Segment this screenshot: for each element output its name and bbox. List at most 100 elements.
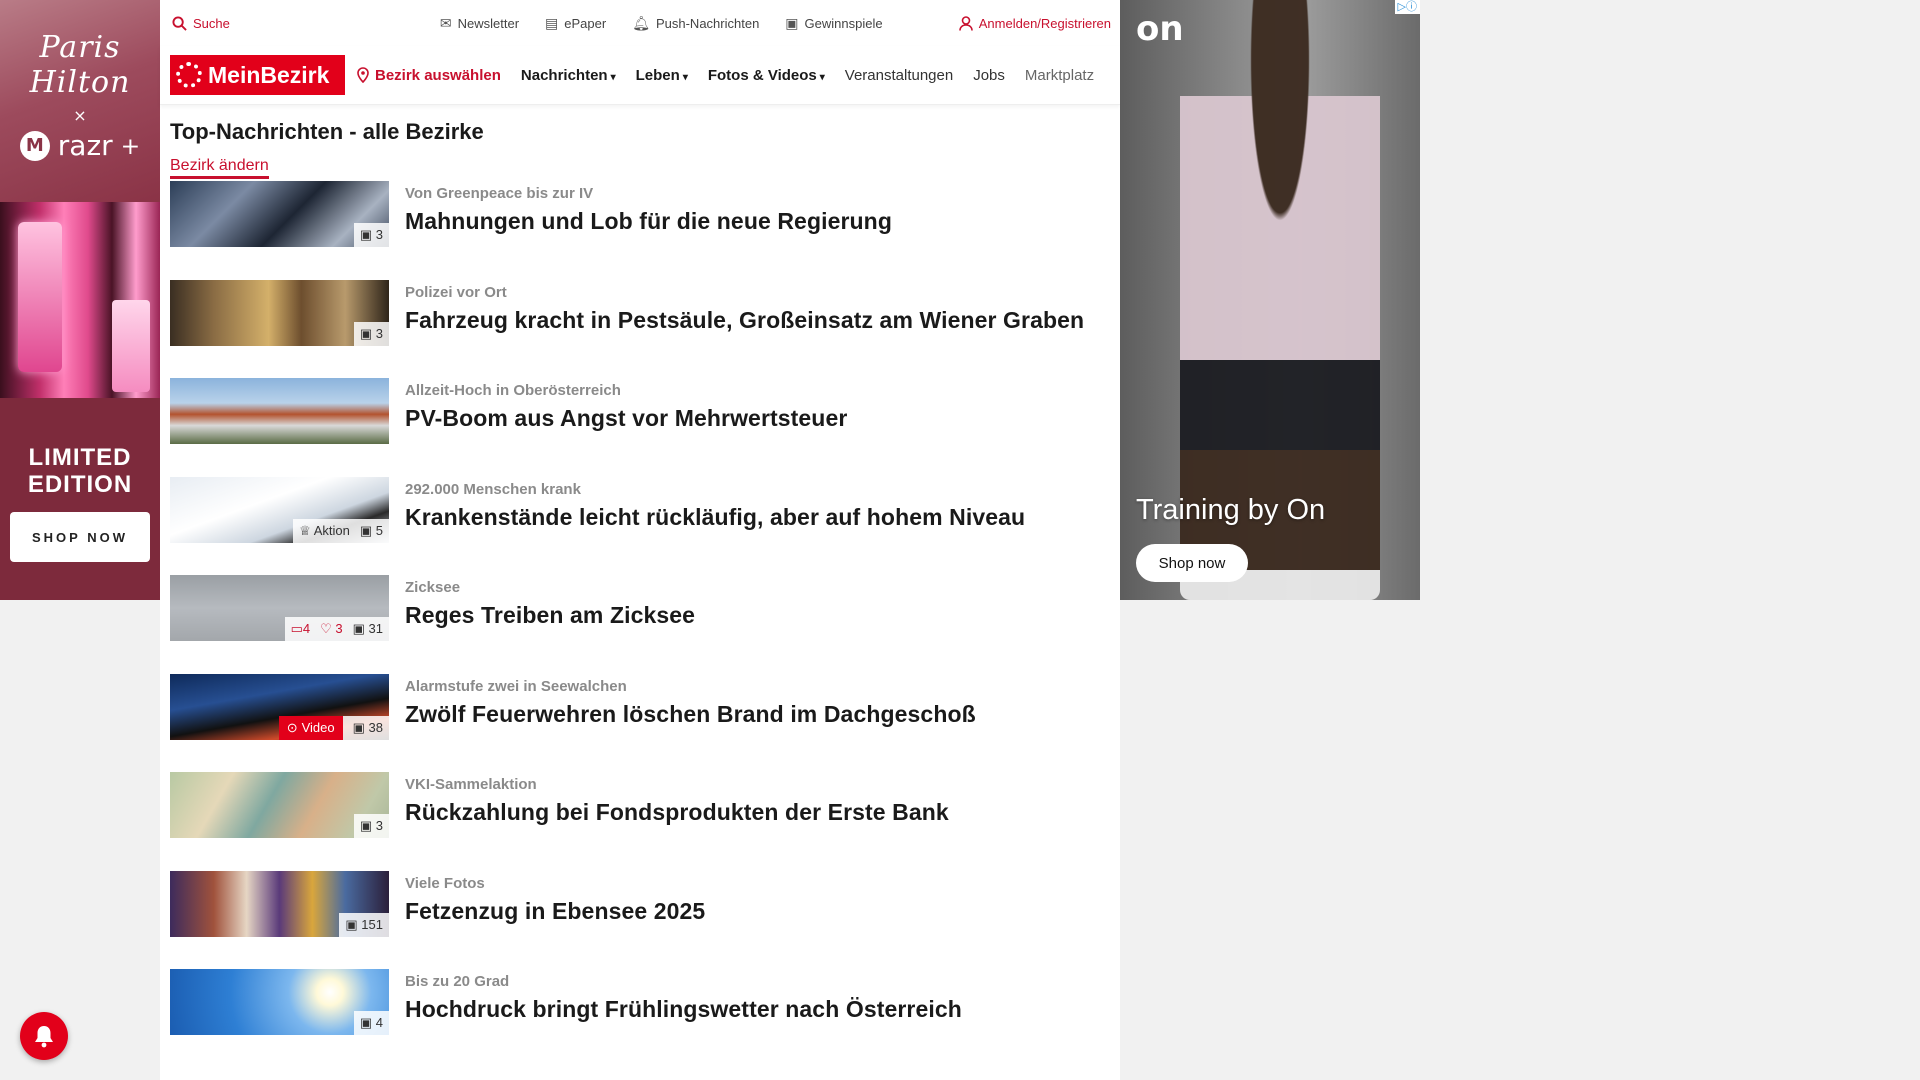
- article-headline[interactable]: Mahnungen und Lob für die neue Regierung: [405, 208, 892, 235]
- nav-item-veranstaltungen[interactable]: Veranstaltungen: [845, 67, 953, 84]
- article-item[interactable]: ▣ 151 Viele Fotos Fetzenzug in Ebensee 2…: [170, 870, 1110, 970]
- chevron-down-icon: ▾: [610, 71, 616, 83]
- epaper-label: ePaper: [564, 15, 607, 31]
- search-link[interactable]: Suche: [172, 16, 230, 31]
- article-thumbnail[interactable]: [170, 378, 389, 444]
- article-item[interactable]: ⊙ Video ▣ 38 Alarmstufe zwei in Seewalch…: [170, 673, 1110, 773]
- ad-headline-line2: EDITION: [27, 471, 133, 498]
- article-kicker: VKI-Sammelaktion: [405, 776, 537, 793]
- article-thumbnail[interactable]: ▣ 4: [170, 969, 389, 1035]
- newsletter-link[interactable]: ✉ Newsletter: [440, 15, 519, 32]
- article-item[interactable]: Allzeit-Hoch in Oberösterreich PV-Boom a…: [170, 378, 1110, 477]
- gift-icon: ▣: [785, 14, 799, 31]
- select-district-label: Bezirk auswählen: [375, 66, 501, 84]
- image-icon: ▣: [345, 916, 358, 932]
- like-count-value: 3: [335, 621, 343, 636]
- article-kicker: 292.000 Menschen krank: [405, 480, 581, 498]
- media-badges: ▣ 3: [353, 223, 389, 247]
- left-ad-banner[interactable]: ▷ⓘ Paris Hilton × M razr+ LIMITED EDITIO…: [0, 0, 160, 600]
- nav-item-nachrichten[interactable]: Nachrichten ▾: [521, 67, 616, 84]
- video-badge: ⊙ Video: [278, 715, 343, 740]
- photo-count-value: 4: [375, 1015, 383, 1030]
- article-headline[interactable]: Reges Treiben am Zicksee: [405, 602, 695, 629]
- ad-brand-x: ×: [73, 106, 87, 125]
- ad-bottom-area: LIMITED EDITION SHOP NOW: [0, 398, 160, 600]
- utility-links: ✉ Newsletter ▤ ePaper 🔔︎ Push-Nachrichte…: [440, 15, 883, 32]
- photo-count-value: 151: [361, 916, 383, 932]
- aktion-label: Aktion: [313, 522, 350, 538]
- play-icon: ⊙: [286, 719, 298, 735]
- comment-count: ▭4: [291, 621, 311, 637]
- location-pin-icon: [357, 67, 369, 83]
- nav-item-label: Nachrichten: [520, 66, 608, 84]
- right-ad-banner[interactable]: ▷ⓘ on Training by On Shop now: [1120, 0, 1420, 600]
- push-notifications-link[interactable]: 🔔︎ Push-Nachrichten: [632, 15, 759, 32]
- article-headline[interactable]: Rückzahlung bei Fondsprodukten der Erste…: [405, 799, 949, 826]
- epaper-link[interactable]: ▤ ePaper: [545, 15, 606, 32]
- article-thumbnail[interactable]: ▣ 3: [170, 772, 389, 838]
- ad-choices-icon[interactable]: ▷ⓘ: [1394, 0, 1420, 14]
- top-utility-bar: Suche ✉ Newsletter ▤ ePaper 🔔︎ Push-Nach…: [160, 0, 1120, 46]
- ad-product-image: [0, 202, 160, 398]
- media-badges: ♕ Aktion ▣ 5: [293, 518, 389, 543]
- article-kicker: Zicksee: [405, 579, 461, 596]
- photo-count: ▣ 38: [353, 720, 383, 736]
- search-label: Suche: [193, 15, 230, 31]
- ad-shop-now-button[interactable]: Shop now: [1136, 544, 1248, 582]
- article-item[interactable]: ▭4 ♡ 3 ▣ 31 Zicksee Reges Treiben am Zic…: [170, 575, 1110, 674]
- games-link[interactable]: ▣ Gewinnspiele: [785, 15, 882, 32]
- article-text: Bis zu 20 Grad Hochdruck bringt Frühling…: [405, 969, 962, 1023]
- ad-shop-now-button[interactable]: SHOP NOW: [10, 512, 150, 562]
- article-thumbnail[interactable]: ▭4 ♡ 3 ▣ 31: [170, 575, 389, 641]
- article-kicker: Polizei vor Ort: [405, 283, 507, 301]
- ad-tagline: Training by On: [1136, 494, 1326, 526]
- meinbezirk-logo[interactable]: MeinBezirk: [170, 55, 345, 95]
- article-item[interactable]: ▣ 3 Von Greenpeace bis zur IV Mahnungen …: [170, 181, 1110, 280]
- photo-count: ▣ 5: [360, 523, 383, 539]
- article-headline[interactable]: Krankenstände leicht rückläufig, aber au…: [405, 504, 1025, 531]
- article-headline[interactable]: Hochdruck bringt Frühlingswetter nach Ös…: [405, 996, 962, 1023]
- article-kicker: Alarmstufe zwei in Seewalchen: [405, 677, 627, 695]
- select-district-button[interactable]: Bezirk auswählen: [357, 67, 501, 84]
- change-district-link[interactable]: Bezirk ändern: [170, 157, 269, 179]
- article-thumbnail[interactable]: ▣ 151: [170, 870, 389, 937]
- user-icon: [958, 15, 973, 31]
- article-headline[interactable]: Zwölf Feuerwehren löschen Brand im Dachg…: [405, 701, 976, 728]
- motorola-logo-icon: M: [19, 130, 50, 161]
- photo-count-value: 5: [375, 522, 383, 538]
- login-link[interactable]: Anmelden/Registrieren: [958, 15, 1111, 31]
- mail-icon: ✉: [439, 14, 452, 31]
- razr-plus: +: [120, 131, 141, 160]
- article-item[interactable]: ▣ 3 Polizei vor Ort Fahrzeug kracht in P…: [170, 279, 1110, 379]
- article-thumbnail[interactable]: ▣ 3: [170, 279, 389, 346]
- ad-brand-script: Paris Hilton: [29, 30, 131, 100]
- razr-text: razr: [57, 129, 113, 162]
- image-icon: ▣: [352, 719, 365, 735]
- photo-count: ▣ 3: [360, 818, 383, 834]
- nav-item-jobs[interactable]: Jobs: [973, 67, 1005, 84]
- image-icon: ▣: [359, 325, 373, 341]
- article-kicker: Von Greenpeace bis zur IV: [405, 185, 594, 202]
- article-text: 292.000 Menschen krank Krankenstände lei…: [405, 477, 1025, 531]
- article-text: Zicksee Reges Treiben am Zicksee: [405, 575, 695, 629]
- article-headline[interactable]: Fahrzeug kracht in Pestsäule, Großeinsat…: [405, 307, 1084, 334]
- photo-count: ▣ 3: [360, 227, 383, 243]
- nav-item-marktplatz[interactable]: Marktplatz: [1025, 67, 1094, 84]
- nav-item-leben[interactable]: Leben ▾: [636, 67, 688, 84]
- article-thumbnail[interactable]: ▣ 3: [170, 181, 389, 247]
- notification-bell-button[interactable]: [20, 1012, 68, 1060]
- article-item[interactable]: ♕ Aktion ▣ 5 292.000 Menschen krank Kran…: [170, 476, 1110, 576]
- chevron-down-icon: ▾: [819, 71, 825, 83]
- logo-flower-icon: [176, 62, 202, 88]
- article-item[interactable]: ▣ 4 Bis zu 20 Grad Hochdruck bringt Früh…: [170, 969, 1110, 1068]
- login-label: Anmelden/Registrieren: [978, 15, 1111, 31]
- article-headline[interactable]: Fetzenzug in Ebensee 2025: [405, 898, 705, 925]
- nav-item-fotos-videos[interactable]: Fotos & Videos ▾: [708, 67, 825, 84]
- trophy-icon: ♕: [299, 522, 311, 538]
- article-headline[interactable]: PV-Boom aus Angst vor Mehrwertsteuer: [405, 405, 847, 432]
- article-thumbnail[interactable]: ♕ Aktion ▣ 5: [170, 476, 389, 543]
- article-item[interactable]: ▣ 3 VKI-Sammelaktion Rückzahlung bei Fon…: [170, 772, 1110, 871]
- article-thumbnail[interactable]: ⊙ Video ▣ 38: [170, 673, 389, 740]
- article-text: Allzeit-Hoch in Oberösterreich PV-Boom a…: [405, 378, 847, 432]
- photo-count-value: 3: [375, 818, 383, 833]
